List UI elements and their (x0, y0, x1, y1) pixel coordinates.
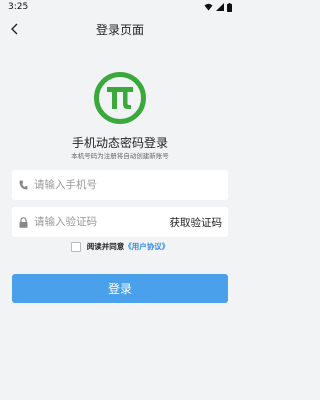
login-heading: 手机动态密码登录 (71, 136, 168, 150)
phone-input[interactable] (34, 179, 228, 191)
verification-code-input[interactable] (34, 216, 170, 228)
signal-icon (216, 3, 224, 11)
wifi-icon (204, 3, 213, 11)
agreement-row: 阅读并同意 《用户协议》 (0, 241, 240, 252)
phone-field[interactable] (12, 170, 228, 200)
user-agreement-link[interactable]: 《用户协议》 (124, 241, 169, 252)
battery-icon (227, 2, 232, 12)
login-button[interactable]: 登录 (12, 274, 228, 303)
status-time: 3:25 (8, 2, 29, 12)
status-icons (204, 2, 232, 12)
status-bar: 3:25 (0, 0, 240, 14)
app-logo-icon (94, 72, 146, 124)
phone-icon (18, 179, 28, 191)
lock-icon (18, 216, 28, 228)
nav-bar: 登录页面 (0, 14, 240, 44)
verification-code-field[interactable]: 获取验证码 (12, 207, 228, 237)
agreement-checkbox[interactable] (70, 241, 81, 252)
get-code-button[interactable]: 获取验证码 (170, 215, 229, 230)
chevron-left-icon (10, 20, 20, 39)
login-subheading: 本机号码为注册将自动创建新账号 (71, 152, 169, 160)
page-title: 登录页面 (95, 22, 144, 37)
agreement-text: 阅读并同意 (86, 242, 125, 251)
back-button[interactable] (6, 20, 24, 38)
